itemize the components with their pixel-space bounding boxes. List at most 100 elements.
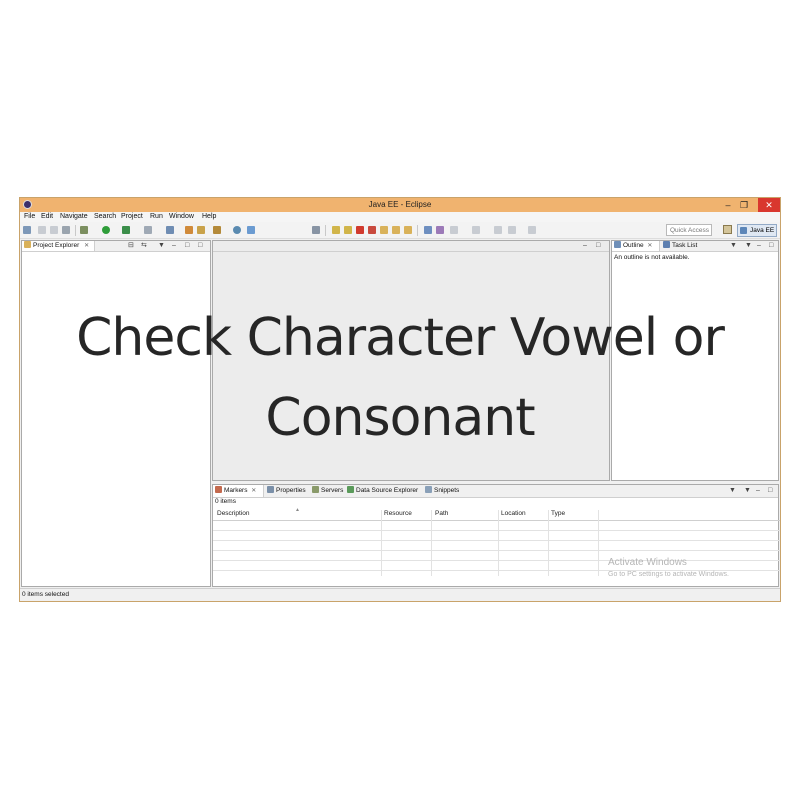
outline-icon: [614, 241, 621, 248]
tab-task-list[interactable]: Task List: [661, 241, 697, 251]
new-icon[interactable]: [23, 226, 31, 234]
status-bar: 0 items selected: [20, 588, 780, 601]
new-server-icon[interactable]: [144, 226, 152, 234]
new-java-class-icon[interactable]: [185, 226, 193, 234]
tab-markers[interactable]: Markers ✕: [213, 485, 264, 497]
menu-navigate[interactable]: Navigate: [60, 212, 88, 222]
next-annotation-icon[interactable]: [450, 226, 458, 234]
servers-label: Servers: [321, 487, 344, 494]
bottom-panel: Markers ✕ Properties Servers Data Source…: [212, 484, 780, 587]
open-task-icon[interactable]: [424, 226, 432, 234]
terminate-icon[interactable]: [356, 226, 364, 234]
step-return-icon[interactable]: [404, 226, 412, 234]
open-perspective-icon[interactable]: [723, 225, 732, 234]
skip-breakpoints-icon[interactable]: [312, 226, 320, 234]
disconnect-icon[interactable]: [368, 226, 376, 234]
view-menu-icon[interactable]: ▼: [730, 241, 737, 251]
column-location[interactable]: Location: [501, 510, 526, 517]
view-dropdown-icon[interactable]: □: [198, 241, 202, 251]
view-menu-icon[interactable]: ▼: [745, 241, 752, 251]
save-icon[interactable]: [38, 226, 46, 234]
column-type[interactable]: Type: [551, 510, 565, 517]
title-bar: Java EE - Eclipse – ❐ ✕: [20, 198, 780, 212]
markers-label: Markers: [224, 487, 248, 494]
new-java-package-icon[interactable]: [166, 226, 174, 234]
back-icon[interactable]: [508, 226, 516, 234]
minimize-view-icon[interactable]: –: [756, 485, 760, 497]
snippets-icon: [425, 486, 432, 493]
maximize-view-icon[interactable]: □: [185, 241, 189, 251]
menu-edit[interactable]: Edit: [41, 212, 53, 222]
view-menu-icon[interactable]: ▼: [744, 485, 751, 497]
forward-icon[interactable]: [528, 226, 536, 234]
menu-run[interactable]: Run: [150, 212, 163, 222]
open-folder-icon[interactable]: [197, 226, 205, 234]
tab-data-source-explorer[interactable]: Data Source Explorer: [345, 485, 418, 497]
restore-button[interactable]: ❐: [736, 198, 752, 212]
perspective-label: Java EE: [750, 227, 775, 234]
resume-icon[interactable]: [332, 226, 340, 234]
markers-icon: [215, 486, 222, 493]
minimize-view-icon[interactable]: –: [172, 241, 176, 251]
previous-annotation-icon[interactable]: [472, 226, 480, 234]
maximize-view-icon[interactable]: □: [768, 485, 772, 497]
close-button[interactable]: ✕: [758, 198, 780, 212]
servers-icon: [312, 486, 319, 493]
sort-indicator-icon: ▲: [295, 507, 300, 513]
status-text: 0 items selected: [22, 591, 69, 598]
project-explorer-icon: [24, 241, 31, 248]
window-title: Java EE - Eclipse: [368, 200, 432, 209]
tab-outline[interactable]: Outline ✕: [612, 241, 660, 251]
debug-icon[interactable]: [80, 226, 88, 234]
save-all-icon[interactable]: [50, 226, 58, 234]
close-tab-icon[interactable]: ✕: [84, 243, 89, 249]
editor-maximize-icon[interactable]: □: [596, 241, 600, 251]
menu-search[interactable]: Search: [94, 212, 116, 222]
toggle-mark-occurrences-icon[interactable]: [436, 226, 444, 234]
main-toolbar: Quick Access Java EE: [20, 222, 780, 239]
maximize-view-icon[interactable]: □: [769, 241, 773, 251]
open-type-icon[interactable]: [213, 226, 221, 234]
quick-access-input[interactable]: Quick Access: [666, 224, 712, 236]
eclipse-app-icon: [23, 200, 32, 209]
link-with-editor-icon[interactable]: ⇆: [141, 241, 147, 251]
print-icon[interactable]: [62, 226, 70, 234]
collapse-all-icon[interactable]: ⊟: [128, 241, 134, 251]
view-menu-icon[interactable]: ▼: [729, 485, 736, 497]
view-menu-icon[interactable]: ▼: [158, 241, 165, 251]
column-resource[interactable]: Resource: [384, 510, 412, 517]
tab-snippets[interactable]: Snippets: [423, 485, 459, 497]
run-icon[interactable]: [102, 226, 110, 234]
overlay-title-line-2: Consonant: [265, 388, 535, 448]
activate-windows-title: Activate Windows: [608, 557, 687, 568]
menu-project[interactable]: Project: [121, 212, 143, 222]
outline-label: Outline: [623, 242, 644, 249]
column-description[interactable]: Description: [217, 510, 250, 517]
suspend-icon[interactable]: [344, 226, 352, 234]
task-list-label: Task List: [672, 242, 698, 249]
task-list-icon: [663, 241, 670, 248]
step-into-icon[interactable]: [380, 226, 388, 234]
search-icon[interactable]: [247, 226, 255, 234]
menu-file[interactable]: File: [24, 212, 35, 222]
web-browser-icon[interactable]: [233, 226, 241, 234]
outline-message: An outline is not available.: [614, 254, 690, 261]
minimize-view-icon[interactable]: –: [757, 241, 761, 251]
menu-window[interactable]: Window: [169, 212, 194, 222]
last-edit-location-icon[interactable]: [494, 226, 502, 234]
close-tab-icon[interactable]: ✕: [647, 243, 652, 249]
external-tools-icon[interactable]: [122, 226, 130, 234]
minimize-button[interactable]: –: [720, 198, 736, 212]
menu-help[interactable]: Help: [202, 212, 216, 222]
perspective-java-ee-button[interactable]: Java EE: [737, 224, 777, 237]
column-path[interactable]: Path: [435, 510, 448, 517]
snippets-label: Snippets: [434, 487, 460, 494]
tab-project-explorer[interactable]: Project Explorer ✕: [22, 241, 95, 251]
close-tab-icon[interactable]: ✕: [251, 488, 256, 494]
menu-bar: File Edit Navigate Search Project Run Wi…: [20, 212, 780, 222]
editor-minimize-icon[interactable]: –: [583, 241, 587, 251]
overlay-title-line-1: Check Character Vowel or: [76, 308, 725, 368]
tab-servers[interactable]: Servers: [310, 485, 343, 497]
tab-properties[interactable]: Properties: [265, 485, 306, 497]
step-over-icon[interactable]: [392, 226, 400, 234]
